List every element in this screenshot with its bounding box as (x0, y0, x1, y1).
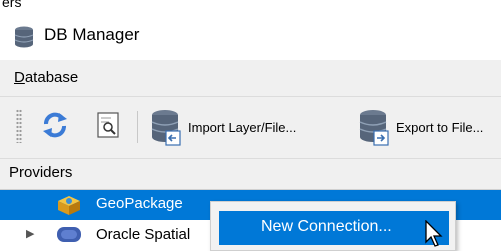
geopackage-icon (58, 196, 80, 215)
providers-header: Providers (0, 159, 501, 190)
menubar: Database (0, 60, 501, 97)
window-titlebar: DB Manager (0, 12, 501, 60)
import-layer-icon (151, 110, 181, 146)
top-fragment: ers (2, 0, 22, 10)
import-layer-label: Import Layer/File... (188, 120, 297, 135)
refresh-icon[interactable] (40, 110, 70, 140)
database-icon (14, 26, 34, 48)
window-title: DB Manager (44, 25, 140, 44)
new-connection-menu-item[interactable]: New Connection... (219, 211, 449, 245)
sql-window-icon[interactable] (94, 111, 122, 139)
export-file-label: Export to File... (396, 120, 484, 135)
menu-database-mnemonic: D (14, 69, 25, 86)
export-file-icon (359, 110, 389, 146)
toolbar-grip[interactable] (16, 109, 22, 143)
tree-item-geopackage-label: GeoPackage (96, 195, 183, 212)
tree-item-oracle-spatial-label: Oracle Spatial (96, 226, 191, 243)
menu-database-rest: atabase (24, 69, 79, 86)
context-menu: New Connection... (210, 201, 456, 251)
expand-arrow-icon[interactable]: ▶ (26, 227, 34, 240)
new-connection-label: New Connection... (261, 218, 392, 235)
clipped-top-text: ers (0, 0, 501, 12)
providers-header-label: Providers (9, 164, 73, 181)
oracle-icon (57, 227, 81, 242)
toolbar-separator (137, 111, 138, 143)
mouse-cursor-icon (425, 220, 443, 247)
toolbar: Import Layer/File... Export to File... (0, 97, 501, 159)
menu-database[interactable]: Database (14, 69, 78, 86)
